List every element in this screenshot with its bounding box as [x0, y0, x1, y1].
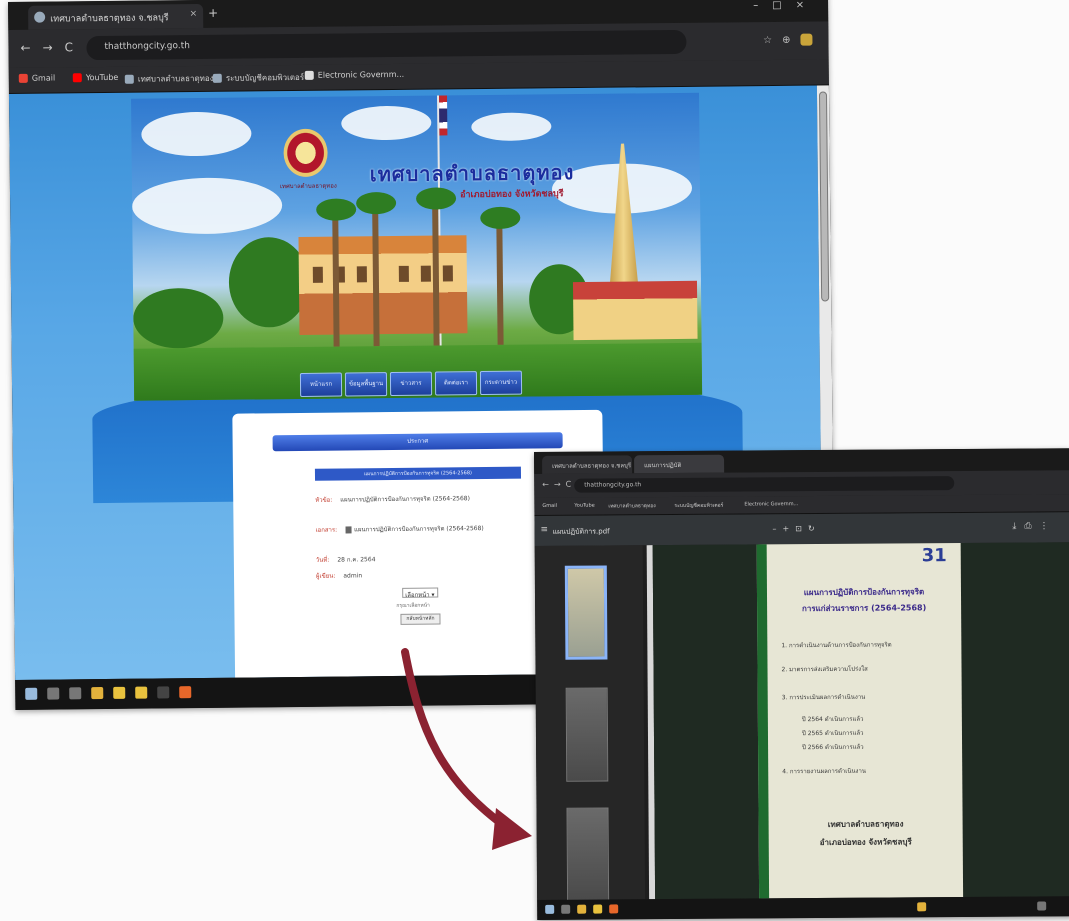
pdf-line: 1. การดำเนินงานด้านการป้องกันการทุจริต [781, 641, 892, 650]
menu-about[interactable]: ข้อมูลพื้นฐาน [344, 372, 388, 397]
section-header: ประกาศ [407, 437, 429, 445]
page-thumbnail-3[interactable] [566, 807, 610, 902]
site-banner: เทศบาลตำบลธาตุทอง เทศบาลตำบลธาตุทอง อำเภ… [131, 92, 703, 401]
task-view-icon[interactable] [69, 687, 82, 700]
pdf-title-line-2: การแก่ส่วนราชการ (2564-2568) [801, 603, 927, 614]
back-button[interactable]: กลับหน้าหลัก [400, 613, 441, 625]
pdf-footer-line-1: เทศบาลตำบลธาตุทอง [827, 819, 904, 829]
file-explorer-icon[interactable] [91, 687, 104, 700]
menu-icon[interactable]: ≡ [541, 525, 549, 535]
page-select[interactable]: เลือกหน้า ▾ [402, 587, 439, 599]
main-menu: หน้าแรก ข้อมูลพื้นฐาน ข่าวสาร ติดต่อเรา กระด… [299, 370, 525, 399]
windows-taskbar-2 [537, 896, 1069, 920]
extension-icons[interactable]: ☆⊕ [763, 33, 813, 46]
pdf-app-icon-2[interactable] [609, 904, 619, 914]
document-header-bar: แผนการปฏิบัติการป้องกันการทุจริต (2564-2… [314, 466, 522, 481]
close-tab-icon[interactable]: × [190, 9, 198, 19]
start-icon-2[interactable] [545, 904, 555, 914]
section-header-bar: ประกาศ [272, 432, 563, 452]
municipal-seal-icon [283, 128, 328, 178]
notification-icon[interactable] [1037, 901, 1047, 911]
pdf-line: ปี 2564 ดำเนินการแล้ว [801, 715, 864, 724]
app-icon[interactable] [157, 686, 170, 699]
detail-row-author: ผู้เขียน: admin [315, 572, 363, 580]
page-number: 31 [921, 545, 947, 567]
menu-board[interactable]: กระดานข่าว [479, 370, 523, 396]
pdf-line: ปี 2566 ดำเนินการแล้ว [802, 743, 864, 752]
menu-home[interactable]: หน้าแรก [299, 372, 343, 397]
new-tab-icon[interactable]: + [208, 6, 218, 20]
page-thumbnail-1[interactable] [564, 565, 608, 660]
temple-image [572, 280, 698, 341]
bookmark-municipality-2[interactable]: เทศบาลตำบลธาตุทอง [608, 502, 655, 510]
thumbnail-sidebar [534, 545, 646, 902]
zoom-controls[interactable]: –+⊡↻ [773, 524, 821, 533]
pdf-file-icon [345, 526, 352, 534]
bookmark-gmail[interactable]: Gmail [18, 74, 55, 83]
document-area: 31 แผนการปฏิบัติการป้องกันการทุจริต การแ… [652, 542, 1069, 900]
pdf-line: ปี 2565 ดำเนินการแล้ว [801, 729, 864, 738]
window-controls[interactable]: –□× [753, 0, 818, 11]
pdf-viewer-screenshot: เทศบาลตำบลธาตุทอง จ.ชลบุรี แผนการปฏิบัติ… [534, 448, 1069, 920]
bookmark-youtube[interactable]: YouTube [72, 73, 118, 83]
bookmark-accounting-2[interactable]: ระบบบัญชีคอมพิวเตอร์ [674, 502, 723, 510]
detail-row-date: วันที่: 28 ก.ค. 2564 [315, 556, 376, 564]
pdf-line: 4. การรายงานผลการดำเนินงาน [782, 767, 866, 776]
pdf-app-icon[interactable] [179, 686, 192, 699]
bookmark-egov-2[interactable]: Electronic Governm... [744, 501, 798, 507]
search-icon-2[interactable] [561, 904, 571, 914]
chrome-icon-2[interactable] [135, 686, 148, 699]
browser-tab[interactable]: เทศบาลตำบลธาตุทอง จ.ชลบุรี × [28, 3, 204, 30]
pdf-title-line-1: แผนการปฏิบัติการป้องกันการทุจริต [803, 587, 925, 598]
address-bar[interactable]: thatthongcity.go.th [86, 29, 687, 61]
document-header: แผนการปฏิบัติการป้องกันการทุจริต (2564-2… [363, 470, 473, 478]
pdf-page: 31 แผนการปฏิบัติการป้องกันการทุจริต การแ… [756, 543, 964, 899]
download-print-icons[interactable]: ⤓⎙⋮ [1012, 521, 1056, 531]
browser-tab-site[interactable]: เทศบาลตำบลธาตุทอง จ.ชลบุรี [542, 455, 633, 474]
bookmark-egov[interactable]: Electronic Governm... [304, 70, 404, 80]
search-icon[interactable] [47, 687, 60, 700]
page-thumbnail-2[interactable] [565, 687, 609, 782]
office-building-image [298, 235, 468, 335]
file-explorer-icon-2[interactable] [577, 904, 587, 914]
document-link[interactable]: แผนการปฏิบัติการป้องกันการทุจริต (2564-2… [354, 525, 484, 533]
bookmark-gmail-2[interactable]: Gmail [542, 503, 557, 509]
tray-icon[interactable] [917, 902, 927, 912]
scrollbar-thumb[interactable] [818, 91, 830, 302]
menu-contact[interactable]: ติดต่อเรา [434, 371, 478, 396]
thai-flag-icon [439, 95, 448, 136]
pdf-line: 2. มาตรการส่งเสริมความโปร่งใส [781, 665, 868, 674]
bookmark-youtube-2[interactable]: YouTube [574, 503, 594, 509]
nav-buttons-2[interactable]: ←→C [542, 480, 576, 489]
site-subtitle: อำเภอบ่อทอง จังหวัดชลบุรี [459, 189, 564, 201]
chrome-icon-3[interactable] [593, 904, 603, 914]
detail-row-topic: หัวข้อ: แผนการปฏิบัติการป้องกันการทุจริต … [315, 495, 470, 504]
browser-tab-pdf[interactable]: แผนการปฏิบัติ [634, 454, 725, 474]
menu-news[interactable]: ข่าวสาร [389, 371, 433, 397]
start-icon[interactable] [25, 687, 38, 700]
bookmark-accounting[interactable]: ระบบบัญชีคอมพิวเตอร์ [212, 71, 304, 85]
url-text: thatthongcity.go.th [104, 41, 191, 52]
pdf-toolbar: ≡ แผนปฏิบัติการ.pdf –+⊡↻ ⤓⎙⋮ [534, 512, 1069, 546]
site-title: เทศบาลตำบลธาตุทอง [369, 160, 575, 187]
address-bar-2[interactable]: thatthongcity.go.th [574, 476, 955, 493]
nav-buttons[interactable]: ←→C [20, 40, 85, 55]
profile-avatar[interactable] [800, 33, 813, 46]
detail-row-document: เอกสาร: แผนการปฏิบัติการป้องกันการทุจริต … [315, 525, 484, 534]
chrome-icon[interactable] [113, 686, 126, 699]
tab-title: เทศบาลตำบลธาตุทอง จ.ชลบุรี [50, 13, 169, 25]
pdf-file-name: แผนปฏิบัติการ.pdf [552, 527, 610, 536]
site-favicon-icon [34, 11, 46, 23]
bookmark-municipality[interactable]: เทศบาลตำบลธาตุทอง [124, 72, 214, 86]
seal-caption: เทศบาลตำบลธาตุทอง [279, 182, 337, 191]
pdf-footer-line-2: อำเภอบ่อทอง จังหวัดชลบุรี [819, 837, 912, 848]
pdf-line: 3. การประเมินผลการดำเนินงาน [781, 693, 866, 702]
select-hint: กรุณาเลือกหน้า [396, 602, 430, 609]
